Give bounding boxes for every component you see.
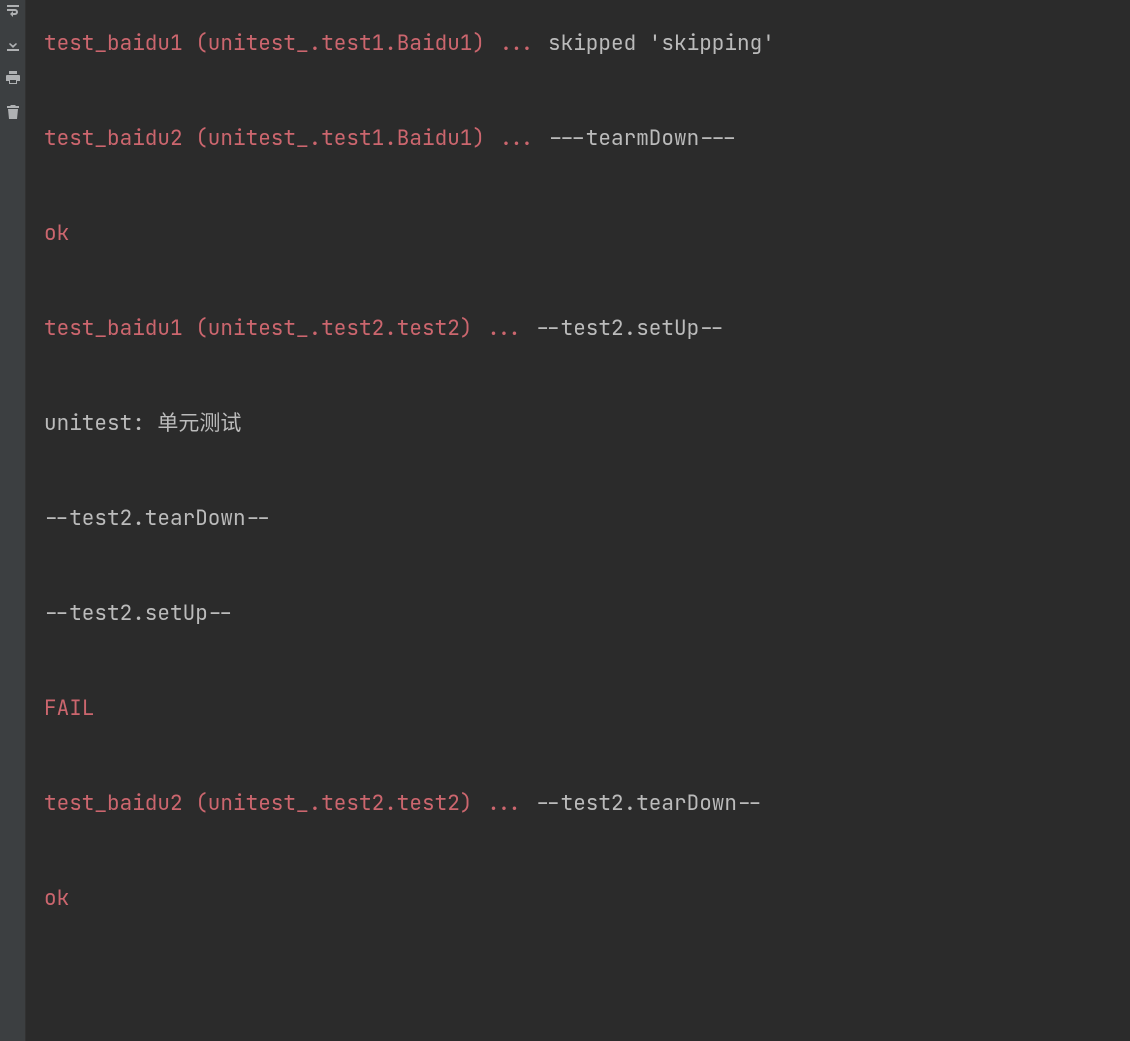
console-output: test_baidu1 (unitest_.test1.Baidu1) ... … <box>26 0 1130 1041</box>
output-text: --test2.setUp-- <box>535 315 724 342</box>
tool-sidebar <box>0 0 26 1041</box>
status-fail: FAIL <box>44 685 1130 733</box>
test-line: test_baidu1 (unitest_.test2.test2) ... <box>44 315 535 342</box>
test-line: test_baidu2 (unitest_.test1.Baidu1) ... <box>44 125 548 152</box>
output-text: unitest: <box>44 410 157 437</box>
output-text: --test2.tearDown-- <box>44 495 1130 543</box>
wrap-icon[interactable] <box>5 2 21 18</box>
blank-line <box>44 970 1130 1018</box>
output-text: 单元测试 <box>157 410 241 437</box>
status-ok: ok <box>44 210 1130 258</box>
output-text: --test2.tearDown-- <box>535 790 762 817</box>
download-icon[interactable] <box>5 36 21 52</box>
print-icon[interactable] <box>5 70 21 86</box>
trash-icon[interactable] <box>5 104 21 120</box>
test-line: test_baidu2 (unitest_.test2.test2) ... <box>44 790 535 817</box>
output-text: skipped 'skipping' <box>548 30 775 57</box>
output-text: ---tearmDown--- <box>548 125 737 152</box>
output-text: --test2.setUp-- <box>44 590 1130 638</box>
test-line: test_baidu1 (unitest_.test1.Baidu1) ... <box>44 30 548 57</box>
status-ok: ok <box>44 875 1130 923</box>
